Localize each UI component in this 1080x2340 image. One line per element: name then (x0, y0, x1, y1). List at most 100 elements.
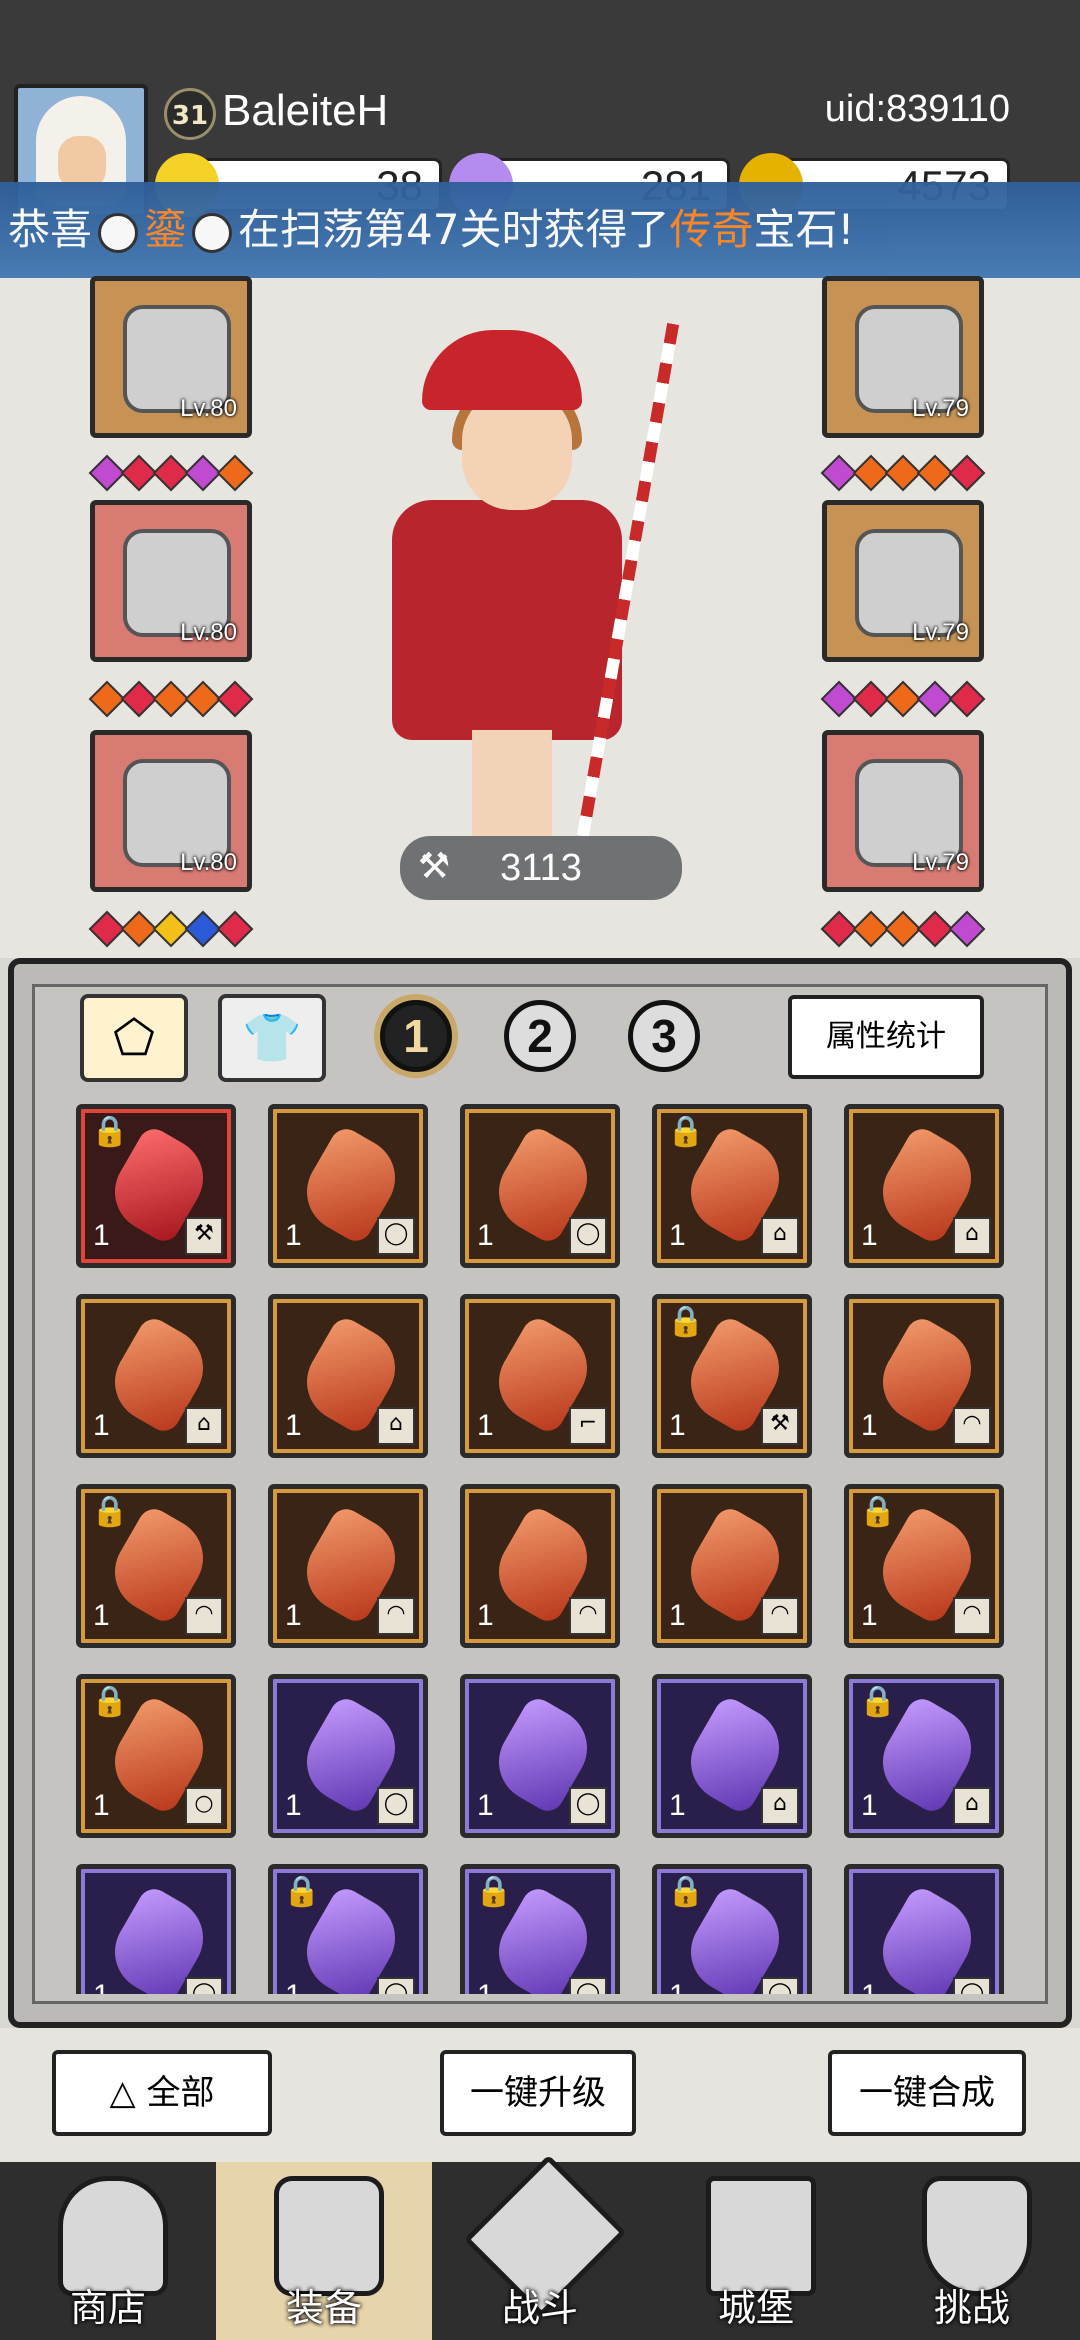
nav-challenge[interactable]: 挑战 (864, 2162, 1080, 2340)
gem-count: 1 (477, 1599, 494, 1632)
gem-count: 1 (669, 1599, 686, 1632)
gem-slot[interactable]: 1 ◠ (460, 1484, 620, 1648)
gem-socket-icon (216, 910, 254, 948)
ticker-prefix: 恭喜 (8, 205, 93, 254)
gem-sockets-weapon (820, 454, 986, 492)
gem-count: 1 (285, 1599, 302, 1632)
equip-level: Lv.80 (180, 619, 237, 646)
gem-count: 1 (861, 1979, 878, 1994)
gem-slot[interactable]: 1 ⌂ (76, 1294, 236, 1458)
gem-count: 1 (477, 1219, 494, 1252)
tab-gems[interactable]: ⬠ (80, 994, 188, 1082)
gem-slot[interactable]: 1 ⌂ (652, 1674, 812, 1838)
gem-count: 1 (285, 1979, 302, 1994)
gem-slot[interactable]: 🔒 1 ⌂ (652, 1104, 812, 1268)
helm-type-icon: ◠ (185, 1597, 223, 1635)
action-bar: △ 全部 一键升级 一键合成 (0, 2028, 1080, 2172)
nav-label: 城堡 (717, 2286, 794, 2330)
gem-slot[interactable]: 1◯ (844, 1864, 1004, 1994)
nav-castle[interactable]: 城堡 (648, 2162, 864, 2340)
equip-level: Lv.80 (180, 395, 237, 422)
equip-slot-weapon[interactable]: Lv.79 (822, 276, 984, 438)
gem-count: 1 (477, 1979, 494, 1994)
character-portrait[interactable] (382, 310, 680, 850)
gem-count: 1 (93, 1219, 110, 1252)
tab-costumes[interactable]: 👕 (218, 994, 326, 1082)
lock-icon: 🔒 (91, 1114, 129, 1149)
gem-count: 1 (861, 1409, 878, 1442)
gem-count: 1 (861, 1599, 878, 1632)
combat-power-pill: ⚒ 3113 (400, 836, 682, 900)
one-click-upgrade-button[interactable]: 一键升级 (440, 2050, 636, 2136)
helm-type-icon: ◠ (953, 1407, 991, 1445)
santa-hat-icon (422, 330, 582, 410)
armor-type-icon: ⌂ (761, 1217, 799, 1255)
gem-slot[interactable]: 🔒 1 ◯ (268, 1864, 428, 1994)
gem-slot[interactable]: 🔒 1 ⌂ (844, 1674, 1004, 1838)
helm-type-icon: ◠ (953, 1597, 991, 1635)
gem-slot[interactable]: 1 ⌂ (844, 1104, 1004, 1268)
gem-slot[interactable]: 1◯ (268, 1674, 428, 1838)
equip-slot-armor[interactable]: Lv.80 (90, 500, 252, 662)
equip-slot-helmet[interactable]: Lv.80 (90, 276, 252, 438)
gem-slot[interactable]: 1◯ (460, 1674, 620, 1838)
nav-shop[interactable]: 商店 (0, 2162, 216, 2340)
gem-slot[interactable]: 🔒 1 ◠ (844, 1484, 1004, 1648)
bottom-navigation: 商店 装备 战斗 城堡 挑战 (0, 2154, 1080, 2340)
page-2-button[interactable]: 2 (504, 1000, 576, 1072)
player-uid: uid:839110 (824, 88, 1010, 130)
character-coat (392, 500, 622, 740)
equip-slot-ring[interactable]: Lv.79 (822, 500, 984, 662)
gem-slot[interactable]: 🔒 1 ◯ (460, 1864, 620, 1994)
one-click-merge-button[interactable]: 一键合成 (828, 2050, 1026, 2136)
gem-count: 1 (477, 1409, 494, 1442)
ticker-middle: 在扫荡第47关时获得了 (238, 205, 670, 254)
announcement-ticker: 恭喜 鎏 在扫荡第47关时获得了传奇宝石! (0, 182, 1080, 278)
page-1-button[interactable]: 1 (380, 1000, 452, 1072)
gem-slot[interactable]: 🔒 1 ◯ (652, 1864, 812, 1994)
filter-all-button[interactable]: △ 全部 (52, 2050, 272, 2136)
gem-slot[interactable]: 1 ◠ (844, 1294, 1004, 1458)
staff-type-icon: ⚒ (761, 1407, 799, 1445)
nav-battle[interactable]: 战斗 (432, 2154, 648, 2340)
gem-slot[interactable]: 🔒 1 ◠ (76, 1484, 236, 1648)
gem-slot[interactable]: 🔒 1 ⚒ (76, 1104, 236, 1268)
helm-type-icon: ◠ (569, 1597, 607, 1635)
ring-type-icon: ◯ (953, 1977, 991, 1994)
gem-slot[interactable]: 1◯ (268, 1104, 428, 1268)
equip-level: Lv.80 (180, 849, 237, 876)
gem-slot[interactable]: 🔒 1 ⚒ (652, 1294, 812, 1458)
page-3-button[interactable]: 3 (628, 1000, 700, 1072)
nav-label: 挑战 (933, 2286, 1010, 2330)
lock-icon: 🔒 (667, 1304, 705, 1339)
gem-count: 1 (93, 1409, 110, 1442)
lock-icon: 🔒 (667, 1114, 705, 1149)
gem-count: 1 (285, 1219, 302, 1252)
gem-slot[interactable]: 1 ◠ (652, 1484, 812, 1648)
gem-slot[interactable]: 1◯ (76, 1864, 236, 1994)
gem-count: 1 (93, 1789, 110, 1822)
gem-slot[interactable]: 1◯ (460, 1104, 620, 1268)
combat-power-value: 3113 (500, 847, 582, 889)
lock-icon: 🔒 (475, 1874, 513, 1909)
gem-count: 1 (285, 1409, 302, 1442)
gem-slot[interactable]: 1 ⌐ (460, 1294, 620, 1458)
nav-equipment[interactable]: 装备 (216, 2162, 432, 2340)
equip-slot-boots[interactable]: Lv.80 (90, 730, 252, 892)
gem-count: 1 (669, 1409, 686, 1442)
armor-type-icon: ⌂ (953, 1787, 991, 1825)
nav-label: 商店 (69, 2286, 146, 2330)
filter-label: 全部 (146, 2073, 215, 2113)
lock-icon: 🔒 (283, 1874, 321, 1909)
attribute-stats-button[interactable]: 属性统计 (788, 995, 984, 1079)
gem-count: 1 (477, 1789, 494, 1822)
equip-slot-necklace[interactable]: Lv.79 (822, 730, 984, 892)
lock-icon: 🔒 (667, 1874, 705, 1909)
gem-count: 1 (861, 1219, 878, 1252)
gem-slot[interactable]: 🔒 1 ○ (76, 1674, 236, 1838)
ring-type-icon: ◯ (377, 1217, 415, 1255)
shirt-icon: 👕 (242, 1010, 302, 1066)
gem-slot[interactable]: 1 ◠ (268, 1484, 428, 1648)
gem-socket-icon (948, 680, 986, 718)
gem-slot[interactable]: 1 ⌂ (268, 1294, 428, 1458)
